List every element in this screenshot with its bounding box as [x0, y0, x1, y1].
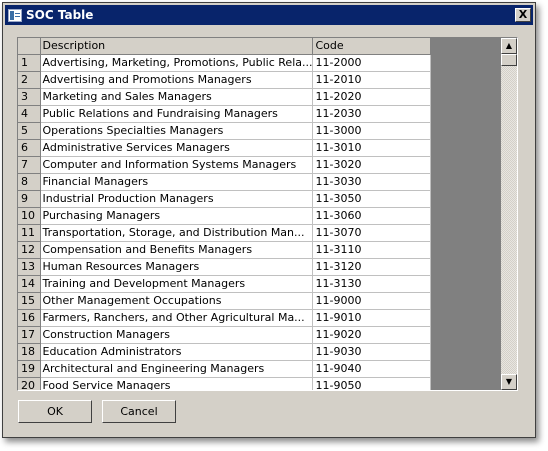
- description-cell[interactable]: Computer and Information Systems Manager…: [40, 156, 314, 174]
- description-cell[interactable]: Public Relations and Fundraising Manager…: [40, 105, 314, 123]
- description-cell[interactable]: Purchasing Managers: [40, 207, 314, 225]
- table-row[interactable]: 16 Farmers, Ranchers, and Other Agricultu…: [18, 309, 432, 327]
- table-row[interactable]: 1 Advertising, Marketing, Promotions, Pub…: [18, 54, 432, 72]
- scroll-thumb[interactable]: [501, 54, 517, 66]
- code-cell[interactable]: 11-9030: [312, 343, 432, 361]
- description-cell[interactable]: Construction Managers: [40, 326, 314, 344]
- table-row[interactable]: 6 Administrative Services Managers 11-3010: [18, 139, 432, 157]
- code-cell[interactable]: 11-9000: [312, 292, 432, 310]
- code-cell[interactable]: 11-2010: [312, 71, 432, 89]
- description-cell[interactable]: Other Management Occupations: [40, 292, 314, 310]
- cancel-button[interactable]: Cancel: [102, 400, 176, 423]
- row-number-cell[interactable]: 9: [18, 190, 41, 208]
- table-window-icon: [8, 8, 22, 22]
- table-row[interactable]: 10 Purchasing Managers 11-3060: [18, 207, 432, 225]
- description-cell[interactable]: Industrial Production Managers: [40, 190, 314, 208]
- row-number-cell[interactable]: 15: [18, 292, 41, 310]
- row-number-cell[interactable]: 5: [18, 122, 41, 140]
- code-cell[interactable]: 11-3050: [312, 190, 432, 208]
- table-row[interactable]: 4 Public Relations and Fundraising Manage…: [18, 105, 432, 123]
- code-cell[interactable]: 11-3010: [312, 139, 432, 157]
- code-cell[interactable]: 11-3060: [312, 207, 432, 225]
- description-cell[interactable]: Training and Development Managers: [40, 275, 314, 293]
- table-row[interactable]: 7 Computer and Information Systems Manage…: [18, 156, 432, 174]
- description-cell[interactable]: Farmers, Ranchers, and Other Agricultura…: [40, 309, 314, 327]
- code-cell[interactable]: 11-3110: [312, 241, 432, 259]
- description-cell[interactable]: Transportation, Storage, and Distributio…: [40, 224, 314, 242]
- title-bar[interactable]: SOC Table X: [5, 5, 533, 25]
- ok-button[interactable]: OK: [18, 400, 92, 423]
- table-row[interactable]: 14 Training and Development Managers 11-31…: [18, 275, 432, 293]
- table-row[interactable]: 15 Other Management Occupations 11-9000: [18, 292, 432, 310]
- description-cell[interactable]: Food Service Managers: [40, 377, 314, 390]
- header-row: Description Code: [18, 38, 432, 55]
- table-row[interactable]: 19 Architectural and Engineering Managers…: [18, 360, 432, 378]
- row-number-cell[interactable]: 6: [18, 139, 41, 157]
- description-column-header[interactable]: Description: [40, 38, 314, 55]
- row-number-cell[interactable]: 2: [18, 71, 41, 89]
- row-number-cell[interactable]: 20: [18, 377, 41, 390]
- table-row[interactable]: 5 Operations Specialties Managers 11-3000: [18, 122, 432, 140]
- table-row[interactable]: 13 Human Resources Managers 11-3120: [18, 258, 432, 276]
- soc-table: Description Code 1 Advertising, Marketing…: [18, 38, 432, 390]
- code-cell[interactable]: 11-3120: [312, 258, 432, 276]
- soc-grid[interactable]: Description Code 1 Advertising, Marketing…: [17, 37, 518, 391]
- description-cell[interactable]: Advertising and Promotions Managers: [40, 71, 314, 89]
- table-row[interactable]: 12 Compensation and Benefits Managers 11-3…: [18, 241, 432, 259]
- row-number-cell[interactable]: 13: [18, 258, 41, 276]
- code-cell[interactable]: 11-9050: [312, 377, 432, 390]
- row-number-cell[interactable]: 14: [18, 275, 41, 293]
- table-row[interactable]: 3 Marketing and Sales Managers 11-2020: [18, 88, 432, 106]
- scroll-up-button[interactable]: ▲: [501, 38, 517, 54]
- description-cell[interactable]: Advertising, Marketing, Promotions, Publ…: [40, 54, 314, 72]
- window-title: SOC Table: [26, 8, 94, 22]
- description-cell[interactable]: Compensation and Benefits Managers: [40, 241, 314, 259]
- row-number-cell[interactable]: 4: [18, 105, 41, 123]
- code-cell[interactable]: 11-3070: [312, 224, 432, 242]
- row-number-cell[interactable]: 17: [18, 326, 41, 344]
- soc-table-dialog: SOC Table X Description Code 1 Advertisin…: [2, 2, 536, 438]
- code-cell[interactable]: 11-9020: [312, 326, 432, 344]
- corner-header[interactable]: [18, 38, 41, 55]
- description-cell[interactable]: Administrative Services Managers: [40, 139, 314, 157]
- row-number-cell[interactable]: 11: [18, 224, 41, 242]
- code-cell[interactable]: 11-2020: [312, 88, 432, 106]
- description-cell[interactable]: Financial Managers: [40, 173, 314, 191]
- row-number-cell[interactable]: 3: [18, 88, 41, 106]
- description-cell[interactable]: Marketing and Sales Managers: [40, 88, 314, 106]
- close-button[interactable]: X: [515, 8, 531, 22]
- table-row[interactable]: 17 Construction Managers 11-9020: [18, 326, 432, 344]
- table-row[interactable]: 2 Advertising and Promotions Managers 11-2…: [18, 71, 432, 89]
- row-number-cell[interactable]: 10: [18, 207, 41, 225]
- row-number-cell[interactable]: 16: [18, 309, 41, 327]
- table-row[interactable]: 8 Financial Managers 11-3030: [18, 173, 432, 191]
- row-number-cell[interactable]: 1: [18, 54, 41, 72]
- code-cell[interactable]: 11-9040: [312, 360, 432, 378]
- row-number-cell[interactable]: 18: [18, 343, 41, 361]
- row-number-cell[interactable]: 12: [18, 241, 41, 259]
- description-cell[interactable]: Education Administrators: [40, 343, 314, 361]
- table-row[interactable]: 18 Education Administrators 11-9030: [18, 343, 432, 361]
- code-cell[interactable]: 11-2000: [312, 54, 432, 72]
- code-cell[interactable]: 11-3020: [312, 156, 432, 174]
- code-cell[interactable]: 11-2030: [312, 105, 432, 123]
- description-cell[interactable]: Human Resources Managers: [40, 258, 314, 276]
- description-cell[interactable]: Operations Specialties Managers: [40, 122, 314, 140]
- table-row[interactable]: 9 Industrial Production Managers 11-3050: [18, 190, 432, 208]
- code-cell[interactable]: 11-9010: [312, 309, 432, 327]
- row-number-cell[interactable]: 19: [18, 360, 41, 378]
- table-row[interactable]: 20 Food Service Managers 11-9050: [18, 377, 432, 390]
- table-row[interactable]: 11 Transportation, Storage, and Distribut…: [18, 224, 432, 242]
- vertical-scrollbar[interactable]: ▲ ▼: [501, 38, 517, 390]
- scroll-down-button[interactable]: ▼: [501, 374, 517, 390]
- row-number-cell[interactable]: 8: [18, 173, 41, 191]
- code-cell[interactable]: 11-3030: [312, 173, 432, 191]
- code-cell[interactable]: 11-3000: [312, 122, 432, 140]
- code-column-header[interactable]: Code: [312, 38, 432, 55]
- code-cell[interactable]: 11-3130: [312, 275, 432, 293]
- description-cell[interactable]: Architectural and Engineering Managers: [40, 360, 314, 378]
- row-number-cell[interactable]: 7: [18, 156, 41, 174]
